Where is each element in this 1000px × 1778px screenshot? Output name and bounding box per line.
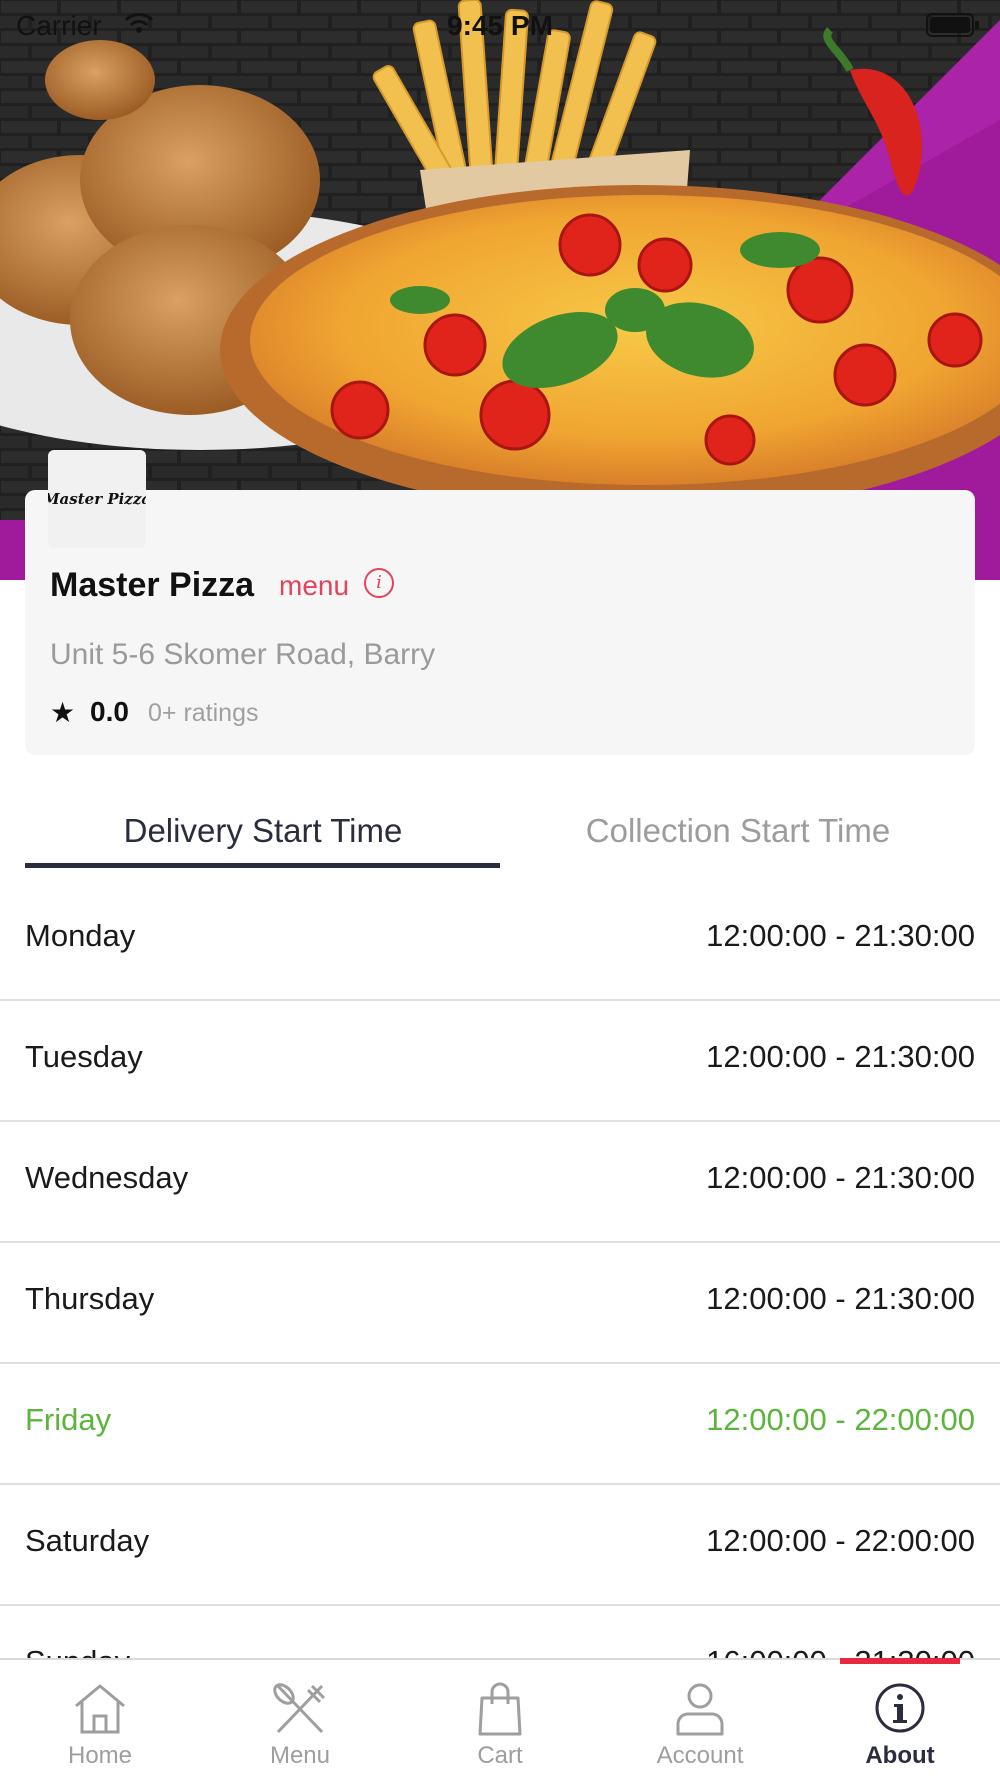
schedule-row-wednesday: Wednesday 12:00:00 - 21:30:00 — [0, 1122, 1000, 1243]
schedule-row-saturday: Saturday 12:00:00 - 22:00:00 — [0, 1485, 1000, 1606]
tabbar-label: Menu — [269, 1742, 331, 1769]
user-icon — [676, 1683, 724, 1736]
utensils-icon — [273, 1683, 326, 1734]
tabbar-item-menu[interactable]: Menu — [200, 1660, 400, 1778]
day-label: Wednesday — [25, 1160, 189, 1195]
day-label: Friday — [25, 1402, 112, 1437]
active-tab-indicator — [25, 863, 500, 868]
tabbar-label: Cart — [477, 1742, 523, 1769]
tabbar-item-home[interactable]: Home — [0, 1660, 200, 1778]
info-icon[interactable]: i — [364, 568, 394, 598]
restaurant-name: Master Pizza — [50, 566, 255, 604]
schedule-row-thursday: Thursday 12:00:00 - 21:30:00 — [0, 1243, 1000, 1364]
hours-label: 12:00:00 - 21:30:00 — [706, 1281, 975, 1316]
schedule-row-tuesday: Tuesday 12:00:00 - 21:30:00 — [0, 1001, 1000, 1122]
hours-label: 12:00:00 - 21:30:00 — [706, 918, 975, 953]
tab-delivery-start-time[interactable]: Delivery Start Time — [25, 812, 501, 868]
tabbar-item-account[interactable]: Account — [600, 1660, 800, 1778]
rating-value: 0.0 — [90, 696, 129, 727]
tabbar-item-cart[interactable]: Cart — [400, 1660, 600, 1778]
tabbar-label: Home — [67, 1742, 133, 1769]
schedule-row-monday: Monday 12:00:00 - 21:30:00 — [0, 880, 1000, 1001]
battery-icon — [926, 13, 979, 37]
rating-count: 0+ ratings — [148, 699, 259, 727]
restaurant-address: Unit 5-6 Skomer Road, Barry — [50, 638, 436, 671]
tabbar-item-about[interactable]: About — [800, 1660, 1000, 1778]
day-label: Tuesday — [25, 1039, 143, 1074]
active-tabbar-indicator — [840, 1658, 960, 1664]
hours-label: 12:00:00 - 21:30:00 — [706, 1039, 975, 1074]
tabbar-label: About — [865, 1742, 935, 1769]
bottom-tab-bar: Home Menu Cart Account About — [0, 1658, 1000, 1778]
status-bar: Carrier 9:45 PM — [0, 0, 1000, 50]
hours-label: 12:00:00 - 22:00:00 — [706, 1402, 975, 1437]
tab-collection-start-time[interactable]: Collection Start Time — [500, 812, 976, 868]
info-circle-icon — [875, 1683, 925, 1733]
star-icon: ★ — [50, 697, 76, 728]
menu-link[interactable]: menu — [279, 570, 349, 602]
home-icon — [75, 1684, 125, 1734]
hours-label: 12:00:00 - 22:00:00 — [706, 1523, 975, 1558]
day-label: Thursday — [25, 1281, 155, 1316]
schedule-row-friday: Friday 12:00:00 - 22:00:00 — [0, 1364, 1000, 1485]
day-label: Monday — [25, 918, 136, 953]
hours-label: 12:00:00 - 21:30:00 — [706, 1160, 975, 1195]
shopping-bag-icon — [478, 1682, 522, 1736]
restaurant-logo: Master Pizza — [48, 450, 146, 548]
day-label: Saturday — [25, 1523, 150, 1558]
status-time: 9:45 PM — [447, 10, 553, 41]
tabbar-label: Account — [656, 1742, 744, 1769]
logo-text: Master Pizza — [48, 490, 146, 508]
